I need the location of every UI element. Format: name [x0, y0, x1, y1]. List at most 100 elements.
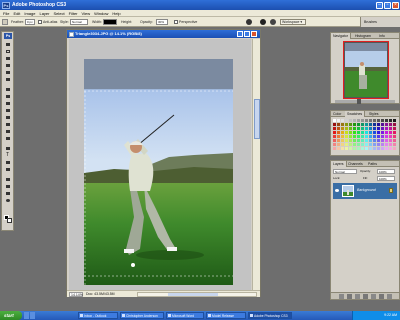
color-swatch[interactable]: [353, 119, 356, 122]
feather-input[interactable]: 0 px: [25, 19, 35, 25]
workspace-dropdown[interactable]: Workspace ▾: [280, 19, 306, 25]
crop-tool-icon[interactable]: [4, 70, 12, 76]
color-swatch[interactable]: [341, 135, 344, 138]
antialias-checkbox[interactable]: [38, 20, 42, 24]
clone-stamp-tool-icon[interactable]: [4, 101, 12, 107]
color-swatch[interactable]: [365, 119, 368, 122]
taskbar-item-photoshop[interactable]: Adobe Photoshop CS3: [248, 312, 292, 319]
color-swatch[interactable]: [341, 131, 344, 134]
color-swatch[interactable]: [381, 135, 384, 138]
color-swatch[interactable]: [377, 127, 380, 130]
color-swatch[interactable]: [389, 131, 392, 134]
zoom-field[interactable]: 14.14%: [69, 292, 83, 297]
adjustment-layer-icon[interactable]: [363, 294, 368, 299]
color-swatch[interactable]: [349, 127, 352, 130]
color-swatch[interactable]: [381, 147, 384, 150]
color-swatch[interactable]: [337, 147, 340, 150]
eraser-tool-icon[interactable]: [4, 115, 12, 121]
color-swatch[interactable]: [345, 139, 348, 142]
color-swatch[interactable]: [365, 123, 368, 126]
color-swatch[interactable]: [373, 139, 376, 142]
vertical-scrollbar[interactable]: [252, 39, 260, 290]
color-swatch[interactable]: [385, 143, 388, 146]
layer-opacity-input[interactable]: 100%: [377, 169, 395, 174]
dodge-tool-icon[interactable]: [4, 136, 12, 142]
color-swatch[interactable]: [373, 143, 376, 146]
color-swatch[interactable]: [357, 123, 360, 126]
tab-layers[interactable]: Layers: [331, 161, 347, 167]
navigator-view-box[interactable]: [343, 41, 389, 99]
color-swatch[interactable]: [345, 123, 348, 126]
color-swatch[interactable]: [349, 123, 352, 126]
color-swatch[interactable]: [377, 123, 380, 126]
tab-styles[interactable]: Styles: [367, 111, 381, 117]
doc-maximize-button[interactable]: [244, 31, 250, 37]
color-swatch[interactable]: [341, 119, 344, 122]
color-swatch[interactable]: [333, 119, 336, 122]
color-swatch[interactable]: [369, 143, 372, 146]
color-swatch[interactable]: [377, 139, 380, 142]
color-swatch[interactable]: [345, 135, 348, 138]
eyedropper-tool-icon[interactable]: [4, 184, 12, 190]
color-swatch[interactable]: [361, 119, 364, 122]
color-swatch[interactable]: [353, 139, 356, 142]
color-swatch[interactable]: [345, 127, 348, 130]
lasso-tool-icon[interactable]: [4, 56, 12, 62]
color-swatch[interactable]: [337, 139, 340, 142]
tab-paths[interactable]: Paths: [366, 161, 379, 167]
color-swatch[interactable]: [337, 143, 340, 146]
palette-well-icon[interactable]: [270, 19, 276, 25]
opacity-input[interactable]: 30%: [156, 19, 168, 25]
color-swatch[interactable]: [369, 139, 372, 142]
menu-help[interactable]: Help: [112, 11, 120, 16]
doc-minimize-button[interactable]: [237, 31, 243, 37]
color-swatch[interactable]: [353, 147, 356, 150]
blend-mode-select[interactable]: Normal: [333, 169, 357, 174]
horizontal-scroll-thumb[interactable]: [168, 293, 218, 296]
color-swatch[interactable]: [373, 123, 376, 126]
navigator-zoom-slider[interactable]: [335, 99, 395, 104]
tab-color[interactable]: Color: [331, 111, 343, 117]
hand-tool-icon[interactable]: [4, 191, 12, 197]
color-swatch[interactable]: [385, 119, 388, 122]
color-swatch[interactable]: [389, 147, 392, 150]
color-swatch[interactable]: [333, 127, 336, 130]
color-swatch[interactable]: [337, 127, 340, 130]
tab-swatches[interactable]: Swatches: [345, 111, 366, 117]
color-swatch[interactable]: [361, 123, 364, 126]
horizontal-scrollbar[interactable]: [137, 292, 257, 297]
swatch-grid[interactable]: [333, 119, 397, 153]
color-swatch[interactable]: [369, 147, 372, 150]
color-swatch[interactable]: [385, 139, 388, 142]
menu-select[interactable]: Select: [54, 11, 65, 16]
brush-tool-icon[interactable]: [4, 94, 12, 100]
color-swatch[interactable]: [389, 119, 392, 122]
color-swatch[interactable]: [357, 119, 360, 122]
move-tool-icon[interactable]: [4, 42, 12, 48]
color-swatch[interactable]: [353, 135, 356, 138]
tab-histogram[interactable]: Histogram: [353, 33, 373, 39]
width-input[interactable]: [103, 19, 117, 25]
taskbar-item[interactable]: Microsoft Word: [166, 312, 204, 319]
vertical-scroll-thumb[interactable]: [254, 99, 260, 139]
color-swatch[interactable]: [361, 127, 364, 130]
layer-row-background[interactable]: Background: [333, 183, 397, 199]
color-swatch[interactable]: [349, 135, 352, 138]
color-swatch[interactable]: [389, 143, 392, 146]
color-swatch[interactable]: [369, 123, 372, 126]
color-swatch[interactable]: [373, 147, 376, 150]
color-swatch[interactable]: [381, 127, 384, 130]
menu-file[interactable]: File: [3, 11, 9, 16]
color-swatch[interactable]: [365, 139, 368, 142]
color-swatch[interactable]: [369, 135, 372, 138]
color-swatch[interactable]: [333, 147, 336, 150]
color-swatch[interactable]: [389, 135, 392, 138]
color-swatch[interactable]: [389, 127, 392, 130]
color-swatch[interactable]: [345, 147, 348, 150]
minimize-button[interactable]: –: [376, 1, 383, 9]
color-swatch[interactable]: [393, 139, 396, 142]
color-swatch[interactable]: [345, 119, 348, 122]
color-swatch[interactable]: [385, 135, 388, 138]
history-brush-tool-icon[interactable]: [4, 108, 12, 114]
color-swatch[interactable]: [393, 135, 396, 138]
